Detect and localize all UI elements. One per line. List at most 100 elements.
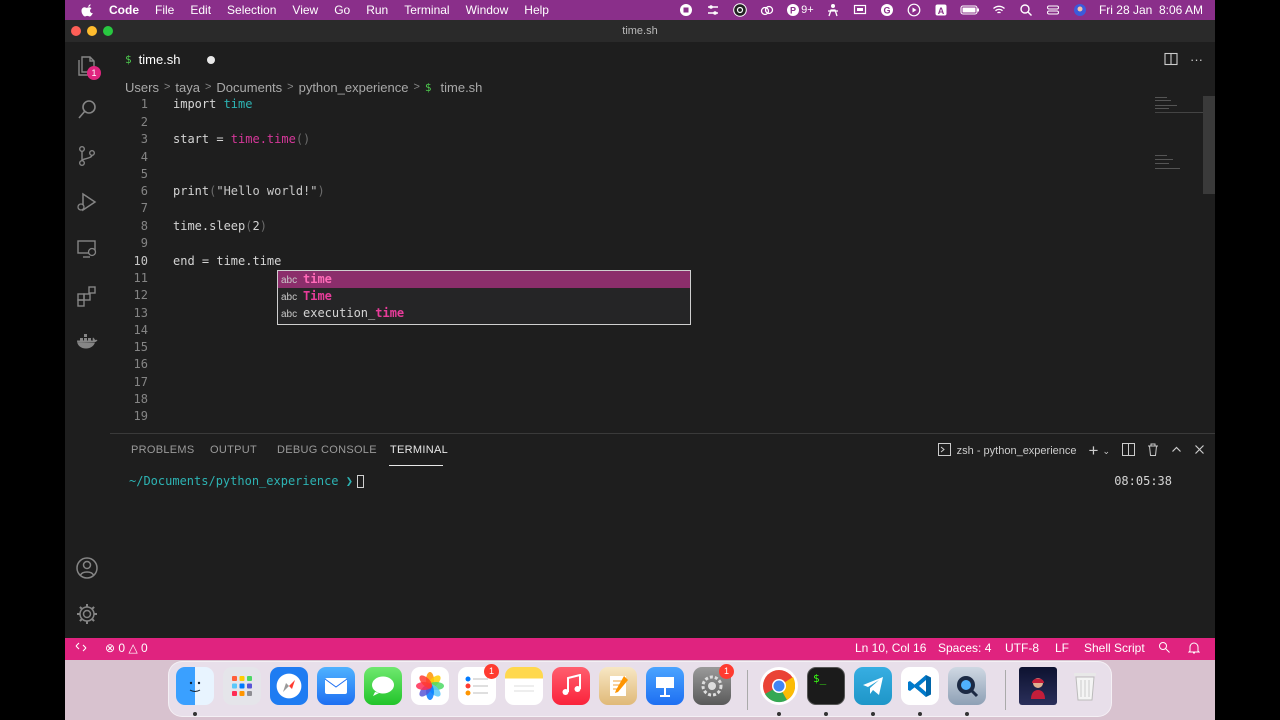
grammarly-icon[interactable]: G	[879, 3, 895, 17]
more-actions-icon[interactable]: ···	[1190, 52, 1203, 69]
notifications-bell-icon[interactable]	[1187, 641, 1201, 657]
user-avatar-icon[interactable]	[1072, 3, 1088, 17]
tab-debug-console[interactable]: DEBUG CONSOLE	[277, 444, 377, 456]
chevron-down-icon[interactable]: ⌄	[1102, 446, 1110, 457]
menu-selection[interactable]: Selection	[227, 3, 276, 17]
figure-icon[interactable]	[825, 3, 841, 17]
telegram-icon[interactable]	[854, 667, 892, 705]
trash-icon[interactable]	[1147, 443, 1159, 459]
input-source-icon[interactable]: A	[933, 3, 949, 17]
record-stop-icon[interactable]	[678, 3, 694, 17]
chrome-icon[interactable]	[760, 667, 798, 705]
messages-icon[interactable]	[364, 667, 402, 705]
run-debug-icon[interactable]	[75, 190, 99, 214]
menu-terminal[interactable]: Terminal	[404, 3, 449, 17]
manage-gear-icon[interactable]	[75, 602, 99, 626]
minimize-window-button[interactable]	[87, 26, 97, 36]
control-center-icon[interactable]	[1045, 3, 1061, 17]
p-badge-icon[interactable]: P 9+	[786, 3, 814, 17]
problems-status[interactable]: ⊗ 0 △ 0	[105, 641, 148, 655]
close-window-button[interactable]	[71, 26, 81, 36]
creative-cloud-icon[interactable]	[759, 3, 775, 17]
split-editor-icon[interactable]	[1164, 52, 1178, 69]
remote-indicator-icon[interactable]	[75, 641, 87, 656]
chevron-up-icon[interactable]	[1171, 444, 1182, 458]
terminal-app-icon[interactable]: $_	[807, 667, 845, 705]
reminders-icon[interactable]: 1	[458, 664, 499, 705]
explorer-icon[interactable]: 1	[75, 54, 101, 80]
docker-icon[interactable]	[75, 330, 99, 354]
keynote-icon[interactable]	[646, 667, 684, 705]
terminal-name[interactable]: zsh - python_experience	[957, 445, 1077, 457]
encoding-status[interactable]: UTF-8	[1005, 641, 1039, 655]
eol-status[interactable]: LF	[1055, 641, 1069, 655]
menubar-datetime[interactable]: Fri 28 Jan 8:06 AM	[1099, 3, 1203, 17]
menu-edit[interactable]: Edit	[190, 3, 211, 17]
tab-time-sh[interactable]: $ time.sh	[110, 42, 230, 77]
split-terminal-icon[interactable]	[1122, 443, 1135, 459]
terminal-prompt-line[interactable]: ~/Documents/python_experience ❯	[129, 474, 364, 488]
vscode-icon[interactable]	[901, 667, 939, 705]
photos-icon[interactable]	[411, 667, 449, 705]
source-control-icon[interactable]	[75, 144, 99, 168]
code-line[interactable]: time.sleep(2)	[173, 218, 267, 235]
breadcrumb-documents[interactable]: Documents	[216, 80, 282, 95]
breadcrumb-file[interactable]: time.sh	[441, 80, 483, 95]
menu-run[interactable]: Run	[366, 3, 388, 17]
menu-view[interactable]: View	[292, 3, 318, 17]
spotlight-search-icon[interactable]	[1018, 3, 1034, 17]
code-line[interactable]: print("Hello world!")	[173, 183, 325, 200]
tab-terminal[interactable]: TERMINAL	[390, 444, 448, 456]
active-tab-indicator	[389, 465, 443, 466]
music-icon[interactable]	[552, 667, 590, 705]
feedback-icon[interactable]	[1158, 641, 1171, 657]
launchpad-icon[interactable]	[223, 667, 261, 705]
tab-output[interactable]: OUTPUT	[210, 444, 257, 456]
suggestion-item[interactable]: abc execution_time	[278, 305, 690, 322]
mail-icon[interactable]	[317, 667, 355, 705]
menu-go[interactable]: Go	[334, 3, 350, 17]
menu-app-name[interactable]: Code	[109, 3, 139, 17]
unsaved-dot-icon[interactable]	[207, 56, 215, 64]
indentation-status[interactable]: Spaces: 4	[938, 641, 991, 655]
language-mode[interactable]: Shell Script	[1084, 641, 1145, 655]
suggestion-item[interactable]: abc Time	[278, 288, 690, 305]
cursor-position[interactable]: Ln 10, Col 16	[855, 641, 926, 655]
play-icon[interactable]	[906, 3, 922, 17]
wifi-icon[interactable]	[991, 3, 1007, 17]
remote-explorer-icon[interactable]	[75, 237, 99, 261]
battery-icon[interactable]	[960, 3, 980, 17]
sliders-icon[interactable]	[705, 3, 721, 17]
minimap[interactable]	[1155, 96, 1215, 196]
trash-bin-icon[interactable]	[1066, 667, 1104, 705]
code-editor[interactable]: 1 import time 2 3 start = time.time() 4 5 …	[110, 96, 1215, 432]
finder-icon[interactable]	[176, 667, 214, 705]
code-line-active[interactable]: end = time.time	[173, 253, 281, 270]
screen-mirror-icon[interactable]	[852, 3, 868, 17]
suggestion-item-selected[interactable]: abc time	[278, 271, 690, 288]
system-preferences-icon[interactable]: 1	[693, 664, 734, 705]
zoom-window-button[interactable]	[103, 26, 113, 36]
apple-logo-icon[interactable]	[81, 3, 95, 17]
breadcrumb-users[interactable]: Users	[125, 80, 159, 95]
obs-icon[interactable]	[732, 3, 748, 17]
downloads-stack-icon[interactable]	[1019, 667, 1057, 705]
notes-icon[interactable]	[505, 667, 543, 705]
code-line[interactable]: import time	[173, 96, 252, 113]
safari-icon[interactable]	[270, 667, 308, 705]
menu-file[interactable]: File	[155, 3, 174, 17]
close-panel-icon[interactable]	[1194, 444, 1205, 458]
editor-scrollbar[interactable]	[1203, 96, 1215, 194]
quicktime-icon[interactable]	[948, 667, 986, 705]
search-icon[interactable]	[75, 98, 99, 122]
menu-window[interactable]: Window	[466, 3, 509, 17]
new-terminal-plus-icon[interactable]: +	[1089, 441, 1099, 461]
code-line[interactable]: start = time.time()	[173, 131, 310, 148]
menu-help[interactable]: Help	[524, 3, 549, 17]
breadcrumb-taya[interactable]: taya	[175, 80, 200, 95]
tab-problems[interactable]: PROBLEMS	[131, 444, 195, 456]
pages-icon[interactable]	[599, 667, 637, 705]
accounts-icon[interactable]	[75, 556, 99, 580]
extensions-icon[interactable]	[75, 284, 99, 308]
breadcrumb-python-experience[interactable]: python_experience	[299, 80, 409, 95]
